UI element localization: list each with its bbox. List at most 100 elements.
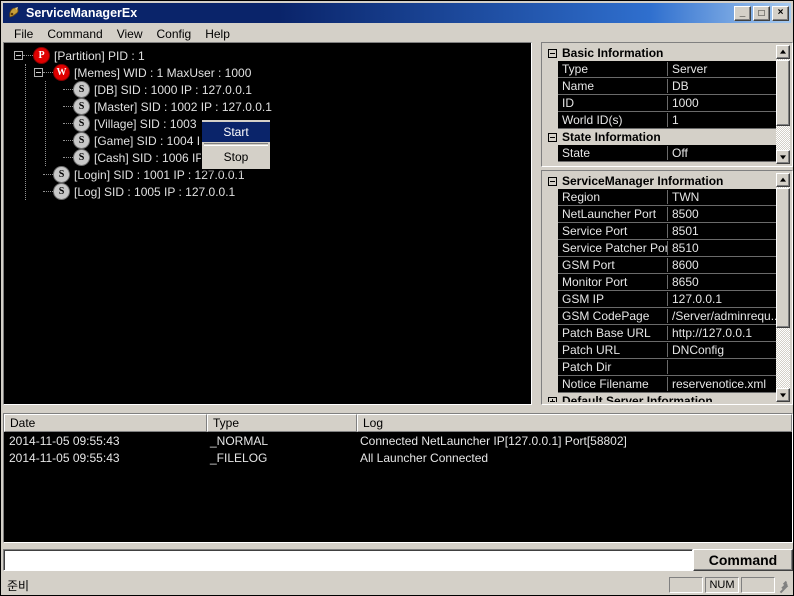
tree-node[interactable]: W [Memes] WID : 1 MaxUser : 1000 [4, 64, 531, 81]
tree-node[interactable]: S [Master] SID : 1002 IP : 127.0.0.1 [4, 98, 531, 115]
log-panel[interactable]: Date Type Log 2014-11-05 09:55:43 _NORMAL… [3, 413, 793, 543]
property-row[interactable]: ID 1000 [558, 95, 776, 112]
property-value[interactable]: 8501 [668, 224, 776, 238]
property-value[interactable]: 1 [668, 113, 776, 127]
tree-node[interactable]: S [DB] SID : 1000 IP : 127.0.0.1 [4, 81, 531, 98]
close-button[interactable]: × [772, 5, 789, 21]
tree-connector-line [45, 81, 47, 166]
horizontal-splitter[interactable] [3, 405, 793, 413]
property-name: GSM IP [558, 292, 668, 306]
tree-expander-icon[interactable] [34, 68, 43, 77]
property-value[interactable]: 8650 [668, 275, 776, 289]
resize-grip-icon[interactable] [777, 578, 791, 594]
property-row[interactable]: Name DB [558, 78, 776, 95]
client-area: P [Partition] PID : 1 W [Memes] WID : 1 Max… [3, 42, 793, 571]
menu-item-command[interactable]: Command [40, 25, 109, 43]
property-group-title: ServiceManager Information [562, 174, 724, 188]
basic-information-list: Basic Information Type Server Name DB ID 1000 W… [544, 45, 776, 164]
tree-node-label: [DB] SID : 1000 IP : 127.0.0.1 [94, 82, 252, 97]
log-row[interactable]: 2014-11-05 09:55:43 _FILELOG All Launcher … [4, 449, 792, 466]
scroll-up-button[interactable] [776, 45, 790, 59]
scroll-up-button[interactable] [776, 173, 790, 187]
property-row[interactable]: World ID(s) 1 [558, 112, 776, 129]
property-value[interactable]: 8600 [668, 258, 776, 272]
property-group-header[interactable]: Basic Information [544, 45, 776, 61]
arrow-up-icon [780, 177, 786, 182]
property-name: Patch URL [558, 343, 668, 357]
scroll-down-button[interactable] [776, 150, 790, 164]
property-value[interactable]: DNConfig [668, 343, 776, 357]
tree-node[interactable]: P [Partition] PID : 1 [4, 47, 531, 64]
basic-information-scrollbar[interactable] [776, 45, 790, 164]
tree-node-s-icon: S [73, 149, 90, 166]
property-row[interactable]: GSM IP 127.0.0.1 [558, 291, 776, 308]
property-row[interactable]: Patch Dir [558, 359, 776, 376]
property-group-header[interactable]: State Information [544, 129, 776, 145]
collapse-minus-icon[interactable] [548, 132, 557, 142]
property-value[interactable]: 8510 [668, 241, 776, 255]
property-row[interactable]: Region TWN [558, 189, 776, 206]
menu-item-view[interactable]: View [110, 25, 150, 43]
property-row[interactable]: Monitor Port 8650 [558, 274, 776, 291]
scroll-down-button[interactable] [776, 388, 790, 402]
menu-item-file[interactable]: File [7, 25, 40, 43]
property-row[interactable]: Type Server [558, 61, 776, 78]
maximize-button[interactable]: □ [753, 5, 770, 21]
property-value[interactable]: 8500 [668, 207, 776, 221]
property-value[interactable]: TWN [668, 190, 776, 204]
property-row[interactable]: GSM Port 8600 [558, 257, 776, 274]
tree-expander-icon[interactable] [14, 51, 23, 60]
command-button[interactable]: Command [693, 549, 793, 571]
tree-node-s-icon: S [73, 98, 90, 115]
property-row[interactable]: NetLauncher Port 8500 [558, 206, 776, 223]
log-rows: 2014-11-05 09:55:43 _NORMAL Connected NetL… [4, 432, 792, 466]
property-row[interactable]: State Off [558, 145, 776, 162]
scroll-thumb[interactable] [776, 188, 790, 328]
log-column-log[interactable]: Log [357, 414, 792, 432]
log-row[interactable]: 2014-11-05 09:55:43 _NORMAL Connected NetL… [4, 432, 792, 449]
log-column-date[interactable]: Date [4, 414, 207, 432]
property-value[interactable]: 127.0.0.1 [668, 292, 776, 306]
command-bar: Command [3, 549, 793, 571]
property-row[interactable]: Service Port 8501 [558, 223, 776, 240]
context-menu[interactable]: Start Stop [201, 119, 271, 170]
tree-node-p-icon: P [33, 47, 50, 64]
tree-connector [43, 190, 53, 193]
property-group-header[interactable]: Default Server Information [544, 393, 776, 402]
property-group-header[interactable]: ServiceManager Information [544, 173, 776, 189]
property-row[interactable]: Patch Base URL http://127.0.0.1 [558, 325, 776, 342]
property-row[interactable]: GSM CodePage/Server/adminrequ... [558, 308, 776, 325]
tree-node[interactable]: S [Log] SID : 1005 IP : 127.0.0.1 [4, 183, 531, 200]
minimize-button[interactable]: _ [734, 5, 751, 21]
menu-item-config[interactable]: Config [150, 25, 199, 43]
property-value[interactable]: Off [668, 146, 776, 160]
tree-connector [63, 88, 73, 91]
context-menu-item-stop[interactable]: Stop [202, 147, 270, 167]
property-value[interactable]: reservenotice.xml [668, 377, 776, 391]
property-value[interactable]: DB [668, 79, 776, 93]
property-row[interactable]: Patch URL DNConfig [558, 342, 776, 359]
property-value[interactable]: http://127.0.0.1 [668, 326, 776, 340]
collapse-minus-icon[interactable] [548, 176, 557, 186]
server-tree-panel[interactable]: P [Partition] PID : 1 W [Memes] WID : 1 Max… [3, 42, 532, 405]
property-group-title: Default Server Information [562, 394, 713, 402]
collapse-minus-icon[interactable] [548, 48, 557, 58]
servicemanager-information-scrollbar[interactable] [776, 173, 790, 402]
property-value[interactable]: 1000 [668, 96, 776, 110]
scroll-thumb[interactable] [776, 60, 790, 126]
vertical-splitter[interactable] [532, 42, 541, 405]
tree-connector-line [25, 64, 27, 200]
property-value[interactable]: Server [668, 62, 776, 76]
expand-plus-icon[interactable] [548, 396, 557, 402]
command-input[interactable] [3, 549, 693, 571]
log-column-type[interactable]: Type [207, 414, 357, 432]
property-row[interactable]: Service Patcher Port 8510 [558, 240, 776, 257]
context-menu-item-start[interactable]: Start [202, 122, 270, 142]
window-controls: _ □ × [734, 5, 789, 21]
tree-connector [23, 54, 33, 57]
property-row[interactable]: Notice Filename reservenotice.xml [558, 376, 776, 393]
property-value[interactable]: /Server/adminrequ... [668, 309, 776, 323]
menu-item-help[interactable]: Help [198, 25, 237, 43]
property-name: Patch Base URL [558, 326, 668, 340]
status-pane-3 [741, 577, 775, 593]
